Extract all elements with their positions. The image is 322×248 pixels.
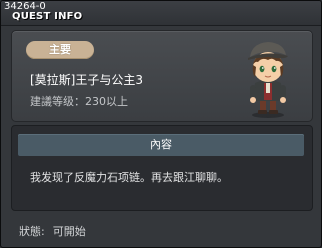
quest-info-window: 34264-0 QUEST INFO 主要 [莫拉斯]王子与公主3 建議等级：2… [0,0,322,248]
quest-header-panel: 主要 [莫拉斯]王子与公主3 建議等级：230以上 [11,30,313,122]
window-title: QUEST INFO [12,11,83,22]
npc-portrait-icon [248,42,288,118]
quest-status: 狀態: 可開始 [19,223,86,239]
status-value: 可開始 [52,225,86,238]
quest-name: [莫拉斯]王子与公主3 [30,73,143,87]
recommended-level: 建議等级：230以上 [30,95,128,108]
title-bar[interactable]: 34264-0 QUEST INFO [1,1,321,26]
status-label: 狀態: [19,225,45,238]
content-panel: 內容 我发现了反魔力石项链。再去跟江聊聊。 [11,125,313,211]
content-text: 我发现了反魔力石项链。再去跟江聊聊。 [30,171,228,184]
content-header: 內容 [18,134,304,156]
quest-type-badge: 主要 [26,41,94,59]
